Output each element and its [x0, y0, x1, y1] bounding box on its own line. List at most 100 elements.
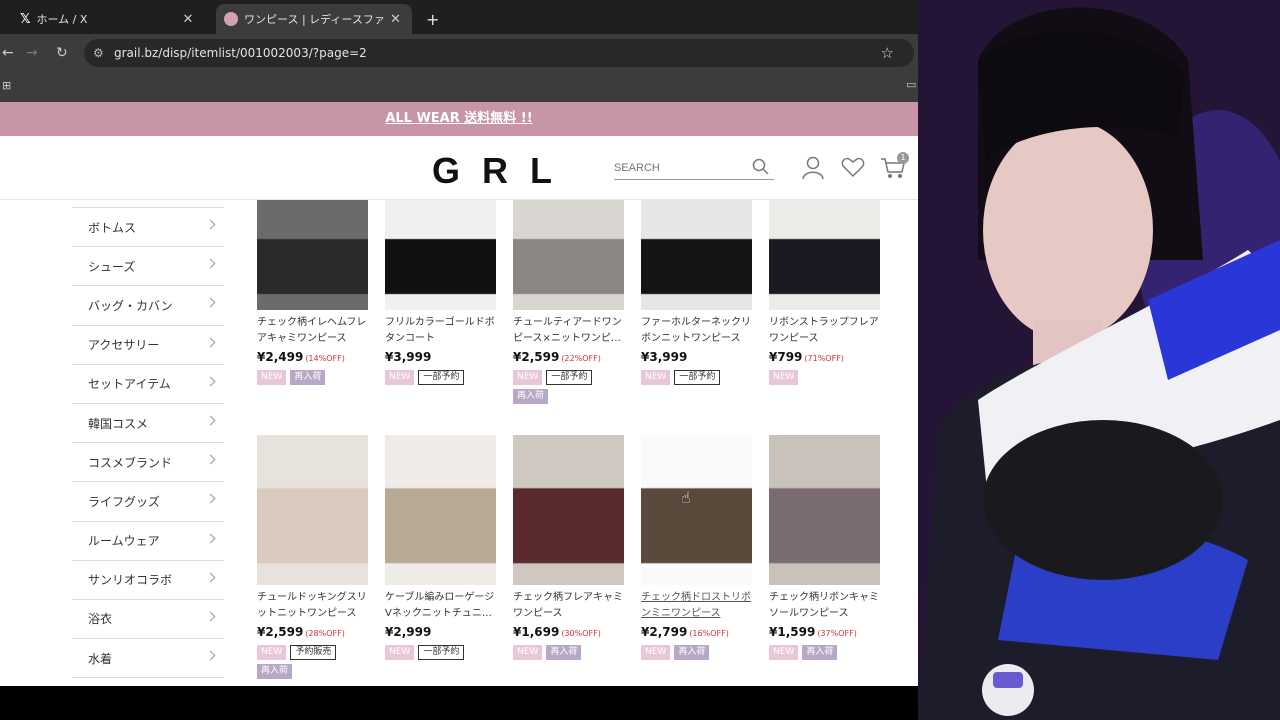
status-badge: 再入荷 [513, 389, 549, 404]
status-badge: NEW [257, 645, 287, 660]
product-tags: NEW 再入荷 [769, 645, 880, 660]
search-box[interactable] [614, 156, 774, 180]
product-name[interactable]: チェック柄フレアキャミワンピース [513, 590, 624, 622]
discount-label: (37%OFF) [817, 629, 857, 638]
bookmarks-bar: ⊞ ▭ [0, 72, 918, 102]
product-price: ¥799 (71%OFF) [769, 350, 880, 364]
product-name[interactable]: ファーホルターネックリボンニットワンピース [641, 315, 752, 347]
sidebar-item[interactable]: アクセサリー [72, 326, 224, 365]
status-badge: NEW [513, 645, 543, 660]
account-icon[interactable] [802, 156, 824, 180]
new-tab-button[interactable]: + [418, 4, 447, 34]
product-card[interactable]: チュールティアードワンピース×ニットワンピ… ¥2,599 (22%OFF) NEW 一… [513, 200, 624, 404]
product-image[interactable] [769, 435, 880, 585]
sidebar-item[interactable]: 韓国コスメ [72, 404, 224, 444]
product-name[interactable]: チュールティアードワンピース×ニットワンピ… [513, 315, 624, 347]
product-image[interactable] [257, 200, 368, 310]
sidebar-item[interactable]: ボトムス [72, 208, 224, 248]
chevron-right-icon [205, 533, 216, 543]
product-card[interactable]: チェック柄フレアキャミワンピース ¥1,699 (30%OFF) NEW 再入荷 [513, 435, 624, 660]
chevron-right-icon [205, 376, 216, 387]
tab-title: ホーム / X [36, 13, 88, 26]
product-price: ¥2,499 (14%OFF) [257, 350, 368, 364]
product-card[interactable]: チェック柄ドロストリボンミニワンピース ¥2,799 (16%OFF) NEW 再入荷 [641, 435, 752, 660]
product-card[interactable]: チェック柄リボンキャミソールワンピース ¥1,599 (37%OFF) NEW 再入荷 [769, 435, 880, 660]
product-name[interactable]: チェック柄ドロストリボンミニワンピース [641, 590, 752, 622]
product-name[interactable]: フリルカラーゴールドボタンコート [385, 315, 496, 347]
chevron-right-icon [205, 297, 216, 308]
product-image[interactable] [513, 200, 624, 310]
apps-icon[interactable]: ⊞ [2, 79, 11, 92]
url-field[interactable]: ⚙ grail.bz/disp/itemlist/001002003/?page… [84, 39, 914, 67]
sidebar-item-label: ルームウェア [88, 534, 160, 549]
product-image[interactable] [257, 435, 368, 585]
product-image[interactable] [385, 200, 496, 310]
product-name[interactable]: ケーブル編みローゲージVネックニットチュニ… [385, 590, 496, 622]
grl-favicon-icon [224, 12, 238, 26]
close-tab-icon[interactable]: ✕ [390, 12, 401, 27]
sidebar-item[interactable]: 浴衣 [72, 600, 224, 640]
browser-window: 𝕏 ホーム / X ✕ ワンピース | レディースファッション通販 ✕ + ← … [0, 0, 918, 686]
product-price: ¥3,999 [641, 350, 752, 364]
product-card[interactable]: チュールドッキングスリットニットワンピース ¥2,599 (28%OFF) NEW 予約… [257, 435, 368, 679]
status-badge: 再入荷 [674, 645, 710, 660]
sidebar-item[interactable]: サンリオコラボ [72, 561, 224, 600]
sidebar-item[interactable]: ルームウェア [72, 522, 224, 561]
status-badge: NEW [769, 370, 799, 385]
product-image[interactable] [513, 435, 624, 585]
sidebar-item[interactable]: セットアイテム [72, 365, 224, 404]
folder-icon[interactable]: ▭ [906, 78, 916, 91]
product-name[interactable]: チュールドッキングスリットニットワンピース [257, 590, 368, 622]
reload-icon[interactable]: ↻ [56, 45, 68, 61]
product-price: ¥2,999 [385, 625, 496, 639]
sidebar-item[interactable]: ライフグッズ [72, 482, 224, 522]
status-badge: 再入荷 [290, 370, 326, 385]
status-badge: NEW [513, 370, 543, 385]
product-card[interactable]: フリルカラーゴールドボタンコート ¥3,999 NEW 一部予約 [385, 200, 496, 385]
product-image[interactable] [769, 200, 880, 310]
tab-x-home[interactable]: 𝕏 ホーム / X ✕ [12, 4, 212, 34]
tab-grl[interactable]: ワンピース | レディースファッション通販 ✕ [216, 4, 412, 34]
price-value: ¥2,799 [641, 625, 688, 639]
product-card[interactable]: チェック柄イレヘムフレアキャミワンピース ¥2,499 (14%OFF) NEW 再入荷 [257, 200, 368, 385]
product-card[interactable]: リボンストラップフレアワンピース ¥799 (71%OFF) NEW [769, 200, 880, 385]
sidebar-item[interactable]: シューズ [72, 247, 224, 287]
product-price: ¥3,999 [385, 350, 496, 364]
close-tab-icon[interactable]: ✕ [182, 12, 193, 27]
product-image[interactable] [385, 435, 496, 585]
product-name[interactable]: チェック柄リボンキャミソールワンピース [769, 590, 880, 622]
discount-label: (71%OFF) [804, 354, 844, 363]
sidebar-item-label: シューズ [88, 259, 136, 274]
sidebar-item[interactable]: コスメブランド [72, 443, 224, 483]
product-card[interactable]: ファーホルターネックリボンニットワンピース ¥3,999 NEW 一部予約 [641, 200, 752, 385]
price-value: ¥1,599 [769, 625, 816, 639]
status-badge: 一部予約 [418, 645, 465, 660]
bookmark-star-icon[interactable]: ☆ [881, 39, 894, 67]
search-input[interactable] [614, 157, 744, 174]
status-badge: 再入荷 [546, 645, 582, 660]
product-image[interactable] [641, 200, 752, 310]
sidebar-item-label: サンリオコラボ [88, 573, 173, 588]
sidebar-item[interactable]: バッグ・カバン [72, 286, 224, 326]
chevron-right-icon [205, 493, 216, 504]
search-icon[interactable] [752, 158, 770, 176]
sidebar-item-label: アクセサリー [88, 338, 160, 353]
sidebar-item[interactable]: 水着 [72, 639, 224, 679]
free-shipping-banner[interactable]: ALL WEAR 送料無料 !! [0, 102, 918, 136]
tab-bar: 𝕏 ホーム / X ✕ ワンピース | レディースファッション通販 ✕ + [0, 0, 918, 34]
price-value: ¥2,999 [385, 625, 432, 639]
product-tags: NEW 再入荷 [641, 645, 752, 660]
price-value: ¥1,699 [513, 625, 560, 639]
product-name[interactable]: リボンストラップフレアワンピース [769, 315, 880, 347]
forward-icon[interactable]: → [26, 45, 38, 61]
chevron-right-icon [205, 415, 216, 426]
favorite-heart-icon[interactable] [841, 156, 865, 178]
product-tags: NEW 再入荷 [513, 645, 624, 660]
site-info-icon[interactable]: ⚙ [93, 39, 104, 67]
product-card[interactable]: ケーブル編みローゲージVネックニットチュニ… ¥2,999 NEW 一部予約 [385, 435, 496, 660]
product-image[interactable] [641, 435, 752, 585]
grl-logo[interactable]: GRL [432, 150, 574, 192]
product-name[interactable]: チェック柄イレヘムフレアキャミワンピース [257, 315, 368, 347]
back-icon[interactable]: ← [2, 45, 14, 61]
status-badge: 一部予約 [546, 370, 593, 385]
